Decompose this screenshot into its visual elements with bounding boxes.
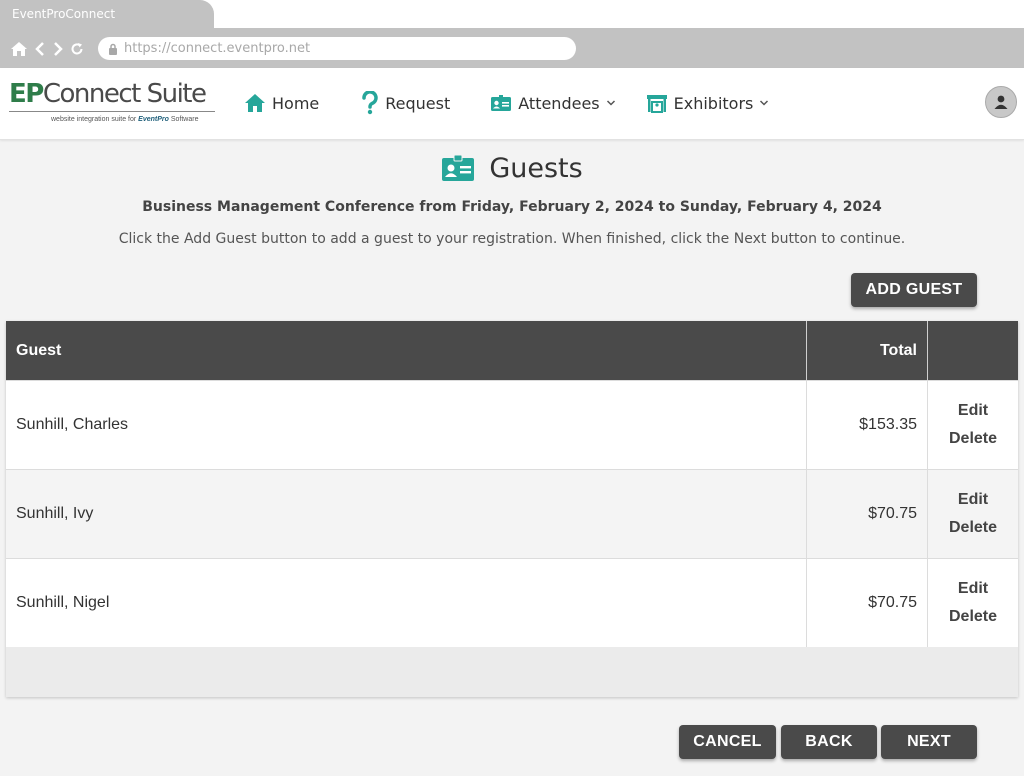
nav-attendees[interactable]: Attendees [490, 94, 615, 113]
column-header-actions [928, 321, 1018, 380]
nav-exhibitors[interactable]: Exhibitors [646, 93, 770, 113]
logo[interactable]: EPConnect Suite website integration suit… [9, 80, 219, 130]
page-title-row: Guests [0, 150, 1024, 186]
logo-ep: EP [9, 79, 44, 109]
delete-link[interactable]: Delete [949, 430, 997, 448]
nav-home-label: Home [272, 93, 320, 113]
nav-exhibitors-label: Exhibitors [673, 93, 754, 113]
table-row: Sunhill, Charles $153.35 Edit Delete [6, 380, 1018, 469]
user-avatar-button[interactable] [985, 86, 1017, 118]
next-button[interactable]: NEXT [881, 725, 977, 759]
badge-icon [491, 95, 512, 111]
guest-table: Guest Total Sunhill, Charles $153.35 Edi… [6, 321, 1018, 697]
url-text: https://connect.eventpro.net [124, 41, 311, 56]
home-browser-icon[interactable] [10, 41, 28, 57]
address-bar[interactable]: https://connect.eventpro.net [98, 37, 576, 60]
event-heading: Business Management Conference from Frid… [142, 199, 882, 215]
browser-tab[interactable]: EventProConnect [0, 0, 214, 29]
instructions-text: Click the Add Guest button to add a gues… [118, 231, 906, 247]
delete-link[interactable]: Delete [949, 519, 997, 537]
browser-tab-title: EventProConnect [12, 7, 116, 21]
booth-icon [646, 95, 667, 113]
nav-request[interactable]: Request [361, 91, 450, 115]
nav-request-label: Request [385, 93, 451, 113]
table-header: Guest Total [6, 321, 1018, 380]
chevron-down-icon [760, 100, 769, 106]
main-nav: Home Request Attendees Exhibitors [244, 90, 769, 116]
chevron-down-icon [606, 100, 615, 106]
nav-attendees-label: Attendees [518, 93, 600, 113]
back-button[interactable]: BACK [781, 725, 877, 759]
row-actions: Edit Delete [928, 559, 1018, 647]
column-header-guest: Guest [6, 321, 807, 380]
column-header-total: Total [807, 321, 928, 380]
home-icon [245, 94, 265, 112]
question-icon [362, 91, 378, 115]
reload-icon[interactable] [70, 42, 84, 56]
guest-name: Sunhill, Nigel [6, 559, 807, 647]
nav-home[interactable]: Home [244, 92, 319, 114]
edit-link[interactable]: Edit [958, 580, 988, 598]
add-guest-button[interactable]: ADD GUEST [851, 273, 977, 307]
row-actions: Edit Delete [928, 381, 1018, 469]
page-title: Guests [489, 152, 583, 184]
lock-icon [109, 43, 117, 55]
cancel-button[interactable]: CANCEL [679, 725, 776, 759]
table-row: Sunhill, Ivy $70.75 Edit Delete [6, 469, 1018, 558]
row-actions: Edit Delete [928, 470, 1018, 558]
edit-link[interactable]: Edit [958, 402, 988, 420]
table-row: Sunhill, Nigel $70.75 Edit Delete [6, 558, 1018, 647]
app-header: EPConnect Suite website integration suit… [0, 68, 1024, 140]
user-icon [994, 95, 1008, 109]
guest-name: Sunhill, Charles [6, 381, 807, 469]
logo-connect-suite: Connect Suite [42, 79, 207, 109]
guest-total: $153.35 [807, 381, 928, 469]
guest-name: Sunhill, Ivy [6, 470, 807, 558]
logo-tagline: website integration suite for EventPro S… [51, 116, 199, 123]
edit-link[interactable]: Edit [958, 491, 988, 509]
guest-total: $70.75 [807, 559, 928, 647]
guest-total: $70.75 [807, 470, 928, 558]
forward-arrow-icon[interactable] [52, 42, 64, 56]
browser-toolbar: https://connect.eventpro.net [0, 28, 1024, 68]
badge-icon [442, 154, 475, 181]
delete-link[interactable]: Delete [949, 608, 997, 626]
back-arrow-icon[interactable] [34, 42, 46, 56]
